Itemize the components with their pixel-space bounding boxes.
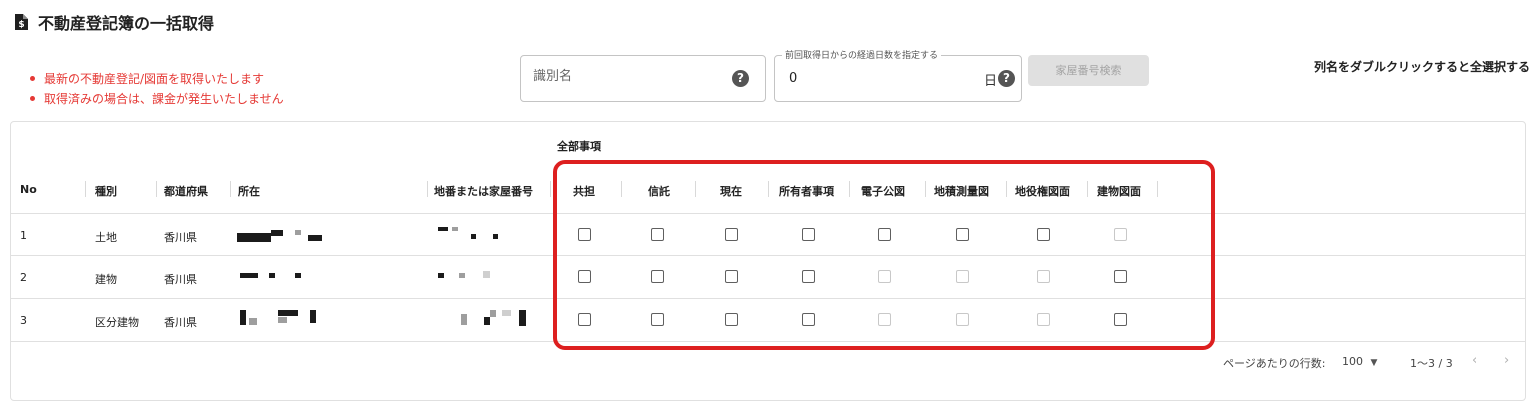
column-header-no[interactable]: No	[20, 183, 37, 196]
identifier-input[interactable]	[531, 68, 735, 85]
page-title: 不動産登記簿の一括取得	[38, 14, 215, 33]
double-click-hint: 列名をダブルクリックすると全選択する	[1313, 60, 1530, 74]
highlight-box	[553, 160, 1215, 350]
rows-per-page-select[interactable]: 100 ▼	[1342, 355, 1377, 368]
row-type: 土地	[95, 231, 117, 244]
chevron-left-icon[interactable]: ‹	[1472, 353, 1477, 368]
help-circle-icon[interactable]: ?	[998, 70, 1015, 87]
row-prefecture: 香川県	[164, 231, 197, 244]
row-type: 建物	[95, 273, 117, 286]
row-type: 区分建物	[95, 316, 139, 329]
document-yen-icon: $	[14, 14, 28, 30]
notice-item: 最新の不動産登記/図面を取得いたします	[30, 69, 284, 89]
chevron-right-icon[interactable]: ›	[1504, 353, 1509, 368]
days-elapsed-input[interactable]	[787, 70, 941, 87]
row-no: 2	[20, 271, 27, 284]
row-prefecture: 香川県	[164, 316, 197, 329]
notice-list: 最新の不動産登記/図面を取得いたします 取得済みの場合は、課金が発生いたしません	[30, 69, 284, 109]
row-no: 1	[20, 229, 27, 242]
rows-per-page-label: ページあたりの行数:	[1223, 357, 1326, 370]
svg-text:$: $	[18, 20, 24, 30]
page-range: 1～3 / 3	[1410, 357, 1453, 370]
group-header-full-record: 全部事項	[557, 140, 601, 153]
house-number-search-button[interactable]: 家屋番号検索	[1028, 55, 1149, 86]
help-circle-icon[interactable]: ?	[732, 70, 749, 87]
days-elapsed-label: 前回取得日からの経過日数を指定する	[782, 48, 942, 61]
days-unit: 日	[983, 74, 997, 89]
column-header-prefecture[interactable]: 都道府県	[164, 183, 208, 199]
column-header-lot-number[interactable]: 地番または家屋番号	[434, 183, 533, 199]
notice-item: 取得済みの場合は、課金が発生いたしません	[30, 89, 284, 109]
row-no: 3	[20, 314, 27, 327]
column-header-type[interactable]: 種別	[95, 183, 117, 199]
caret-down-icon: ▼	[1370, 358, 1378, 368]
days-elapsed-field[interactable]: 日 ?	[774, 55, 1022, 102]
column-header-location[interactable]: 所在	[238, 183, 260, 199]
row-prefecture: 香川県	[164, 273, 197, 286]
identifier-field[interactable]: ?	[520, 55, 766, 102]
